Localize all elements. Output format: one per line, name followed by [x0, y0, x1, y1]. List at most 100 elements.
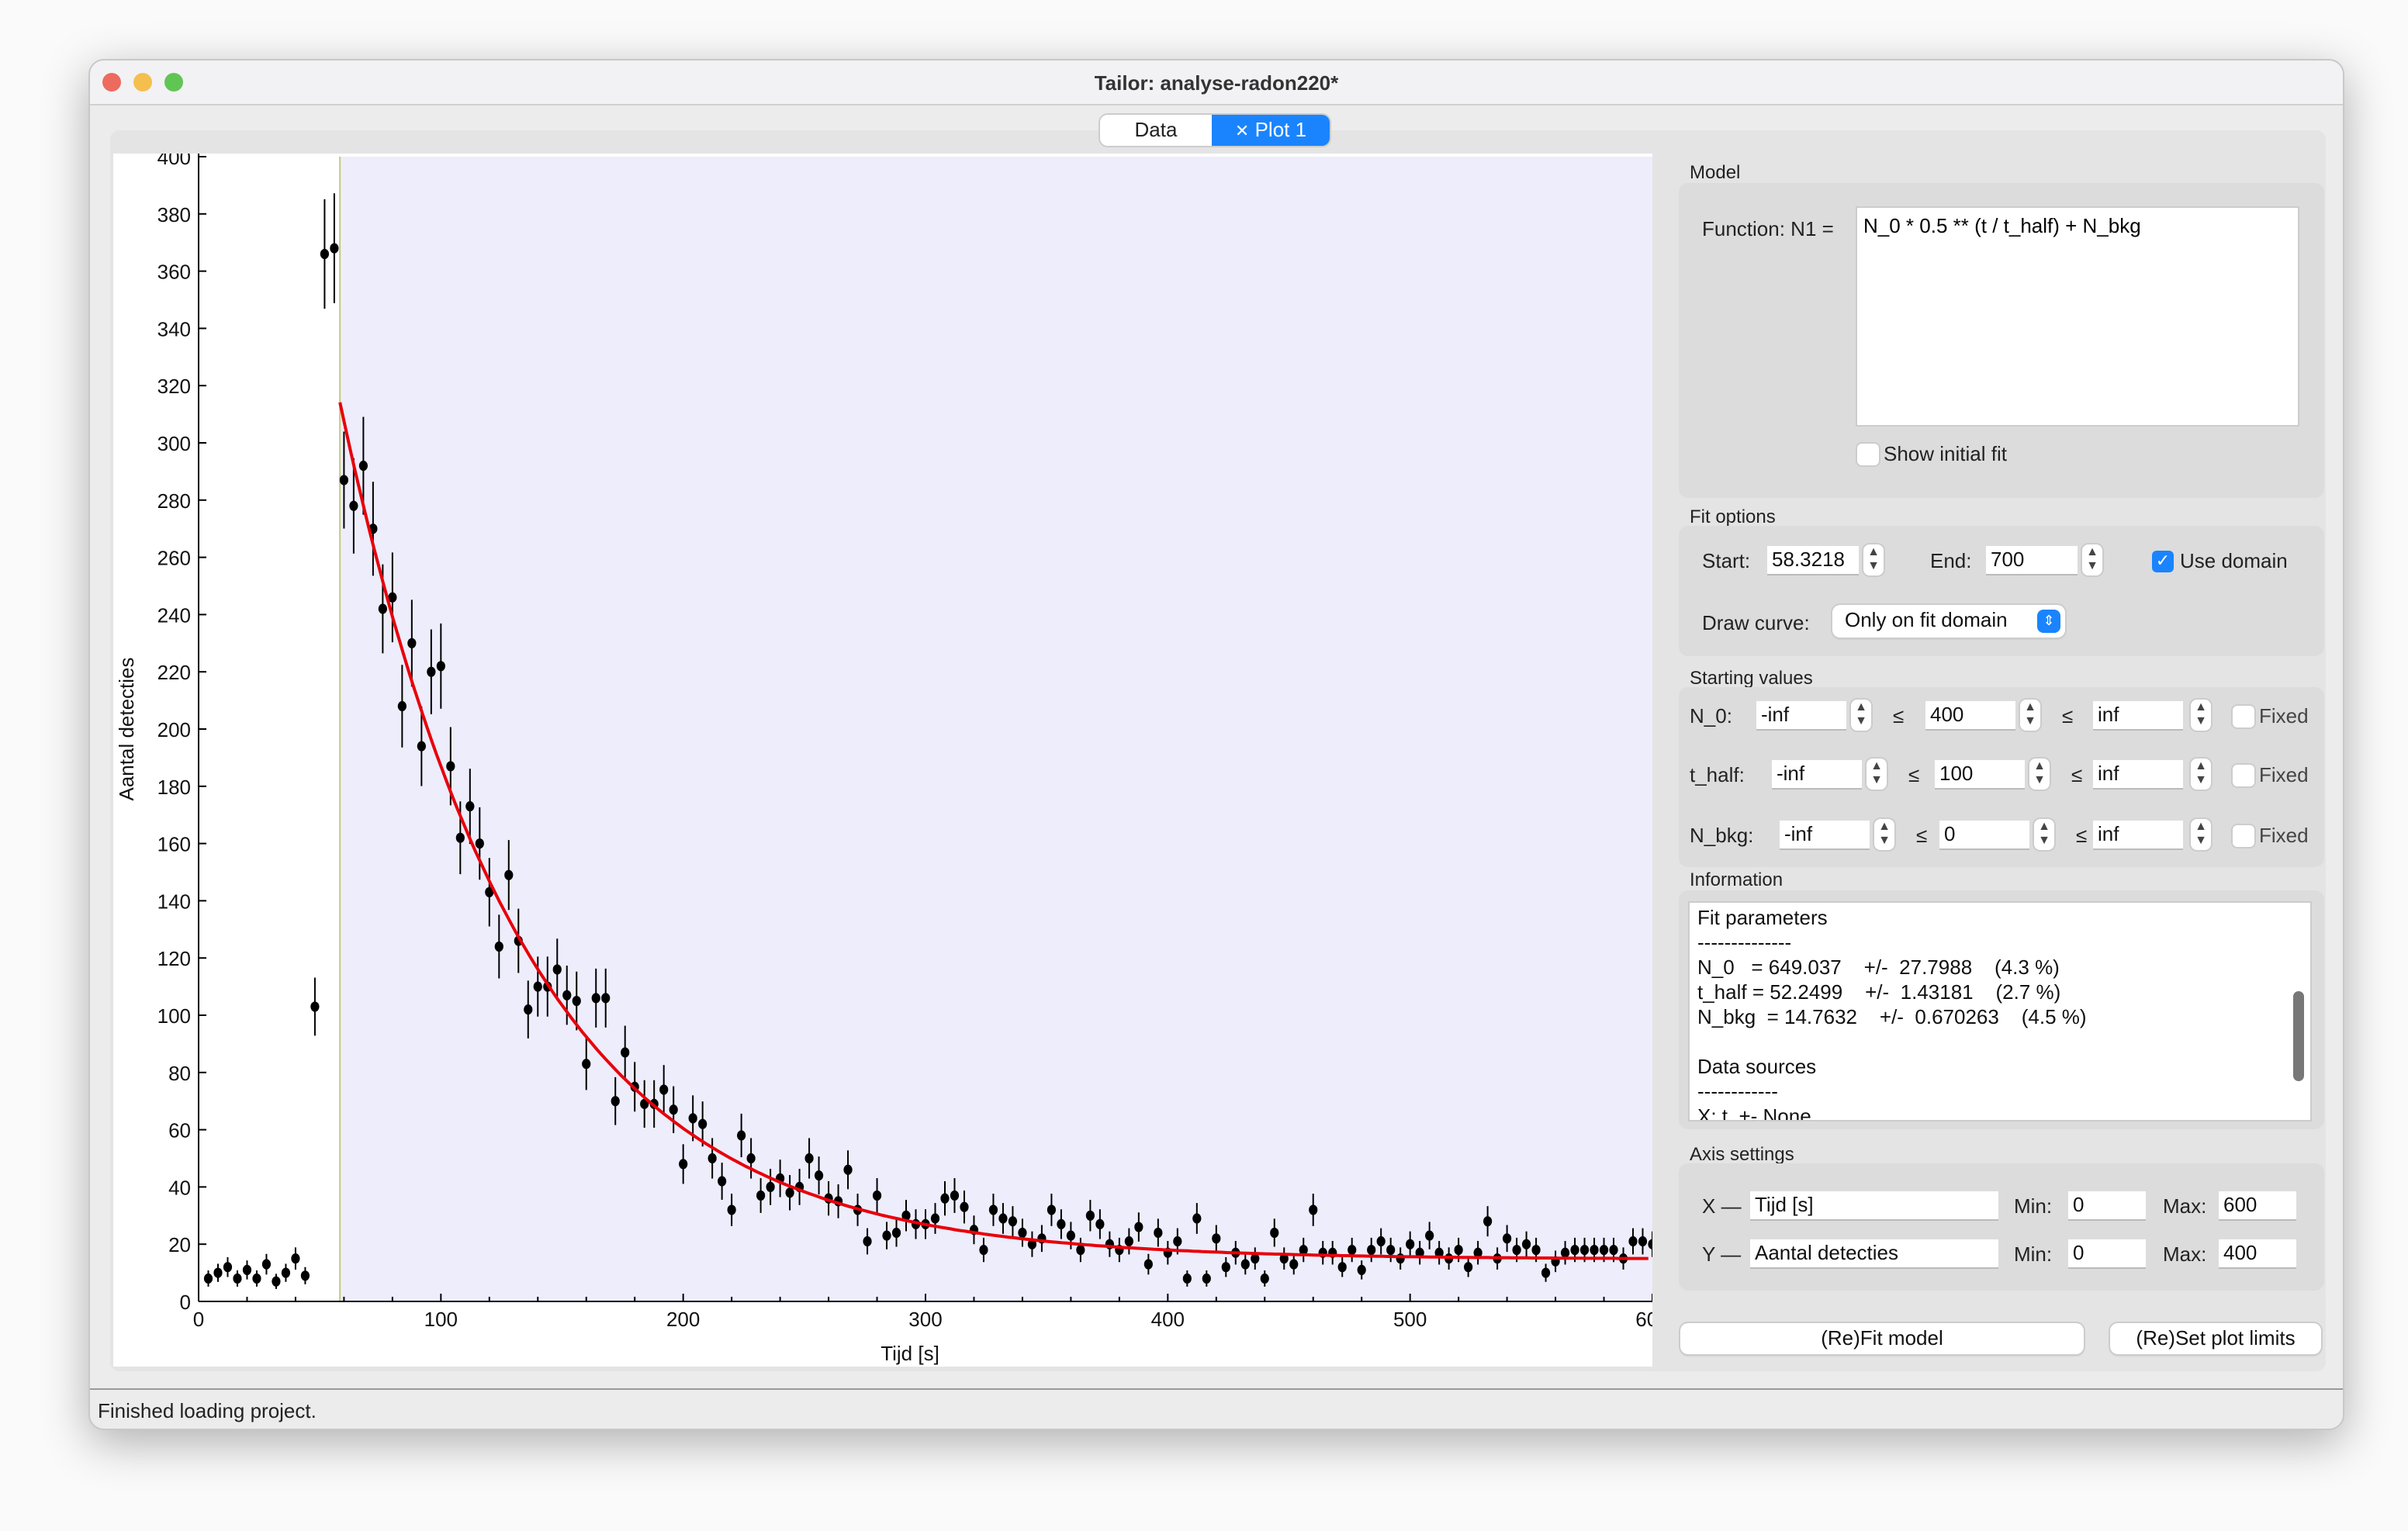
- function-label: Function: N1 =: [1702, 217, 1834, 240]
- y-tick-label: 240: [157, 603, 191, 627]
- reset-plot-limits-button[interactable]: (Re)Set plot limits: [2110, 1323, 2321, 1354]
- x-tick-label: 400: [1151, 1308, 1185, 1331]
- fit-domain-shade: [340, 157, 1652, 1301]
- param-value-stepper[interactable]: ▲ ▼: [2029, 759, 2050, 790]
- data-point: [436, 661, 445, 672]
- y-tick-label: 340: [157, 317, 191, 340]
- param-value-input[interactable]: 400: [1925, 701, 2015, 731]
- param-value-input[interactable]: 0: [1939, 821, 2029, 850]
- data-point: [863, 1236, 872, 1247]
- data-point: [679, 1159, 688, 1170]
- data-point: [1057, 1218, 1066, 1229]
- data-point: [1124, 1236, 1133, 1247]
- param-min-input[interactable]: -inf: [1756, 701, 1846, 731]
- information-text[interactable]: Fit parameters -------------- N_0 = 649.…: [1688, 901, 2312, 1121]
- data-point: [494, 941, 503, 952]
- show-initial-fit-checkbox[interactable]: [1857, 444, 1879, 465]
- plot-panel[interactable]: 0 20 40 60 80 100 120 140 160 180 200 220 240 260 280 3…: [113, 146, 1669, 1367]
- data-point: [746, 1153, 756, 1164]
- tab-plot-1[interactable]: ✕ Plot 1: [1212, 115, 1330, 146]
- x-tick-label: 200: [666, 1308, 700, 1331]
- data-point: [1628, 1236, 1638, 1247]
- data-point: [1521, 1239, 1531, 1249]
- param-value-input[interactable]: 100: [1935, 760, 2025, 790]
- data-point: [1638, 1236, 1648, 1247]
- param-max-input[interactable]: inf: [2093, 701, 2183, 731]
- param-max-input[interactable]: inf: [2093, 821, 2183, 850]
- param-fixed-checkbox[interactable]: [2233, 706, 2254, 727]
- y-tick-label: 380: [157, 203, 191, 226]
- x-min-label: Min:: [2014, 1194, 2053, 1218]
- param-max-input[interactable]: inf: [2093, 760, 2183, 790]
- param-min-stepper[interactable]: ▲ ▼: [1851, 700, 1871, 731]
- end-input[interactable]: 700: [1986, 546, 2078, 575]
- tab-data[interactable]: Data: [1100, 115, 1212, 146]
- chart[interactable]: 0 20 40 60 80 100 120 140 160 180 200 220 240 260 280 3…: [113, 146, 1669, 1367]
- y-tick-label: 160: [157, 833, 191, 856]
- le-symbol: ≤: [1916, 824, 1928, 847]
- data-point: [611, 1096, 620, 1107]
- data-point: [300, 1270, 310, 1281]
- y-tick-label: 40: [168, 1176, 191, 1199]
- y-tick-label: 180: [157, 776, 191, 799]
- y-max-input[interactable]: 400: [2219, 1239, 2296, 1269]
- x-axis-title: Tijd [s]: [881, 1342, 939, 1365]
- y-tick-label: 100: [157, 1004, 191, 1028]
- scrollbar-thumb[interactable]: [2293, 991, 2304, 1081]
- param-name: N_0:: [1690, 704, 1732, 727]
- x-min-input[interactable]: 0: [2068, 1191, 2146, 1221]
- data-point: [349, 500, 358, 511]
- use-domain-checkbox[interactable]: ✓: [2152, 551, 2174, 572]
- param-max-stepper[interactable]: ▲ ▼: [2191, 700, 2211, 731]
- data-point: [1348, 1244, 1357, 1256]
- data-point: [281, 1267, 291, 1278]
- draw-curve-select[interactable]: Only on fit domain ⇕: [1832, 605, 2065, 638]
- data-point: [272, 1276, 281, 1287]
- param-min-input[interactable]: -inf: [1780, 821, 1870, 850]
- model-section-title: Model: [1690, 161, 1741, 183]
- data-point: [669, 1104, 678, 1115]
- data-point: [1240, 1259, 1250, 1270]
- end-stepper[interactable]: ▲ ▼: [2082, 544, 2102, 575]
- param-max-stepper[interactable]: ▲ ▼: [2191, 819, 2211, 850]
- tab-bar: Data ✕ Plot 1: [1100, 115, 1330, 146]
- data-point: [1066, 1230, 1075, 1241]
- param-min-stepper[interactable]: ▲ ▼: [1867, 759, 1887, 790]
- fit-options-section-title: Fit options: [1690, 506, 1776, 527]
- param-fixed-checkbox[interactable]: [2233, 825, 2254, 847]
- title-bar: Tailor: analyse-radon220*: [90, 60, 2343, 105]
- data-point: [203, 1273, 213, 1284]
- data-point: [427, 666, 436, 677]
- param-name: N_bkg:: [1690, 824, 1754, 847]
- param-max-stepper[interactable]: ▲ ▼: [2191, 759, 2211, 790]
- y-title-input[interactable]: Aantal detecties: [1750, 1239, 1998, 1269]
- y-tick-label: 320: [157, 375, 191, 398]
- data-point: [718, 1176, 727, 1187]
- information-section-title: Information: [1690, 869, 1784, 890]
- x-title-input[interactable]: Tijd [s]: [1750, 1191, 1998, 1221]
- param-fixed-checkbox[interactable]: [2233, 765, 2254, 786]
- data-point: [659, 1084, 669, 1095]
- data-point: [1386, 1244, 1396, 1256]
- param-min-input[interactable]: -inf: [1772, 760, 1862, 790]
- data-point: [417, 741, 426, 752]
- data-point: [330, 243, 339, 254]
- param-value-stepper[interactable]: ▲ ▼: [2020, 700, 2040, 731]
- refit-model-button[interactable]: (Re)Fit model: [1680, 1323, 2084, 1354]
- param-value-stepper[interactable]: ▲ ▼: [2034, 819, 2054, 850]
- data-point: [979, 1244, 988, 1256]
- x-max-input[interactable]: 600: [2219, 1191, 2296, 1221]
- data-point: [291, 1253, 300, 1264]
- close-icon[interactable]: ✕: [1235, 123, 1249, 141]
- function-input[interactable]: N_0 * 0.5 ** (t / t_half) + N_bkg: [1856, 206, 2299, 427]
- start-input[interactable]: 58.3218: [1767, 546, 1859, 575]
- param-fixed-label: Fixed: [2259, 704, 2309, 727]
- param-min-stepper[interactable]: ▲ ▼: [1874, 819, 1894, 850]
- data-point: [1221, 1262, 1230, 1273]
- data-point: [1095, 1218, 1105, 1229]
- data-point: [1143, 1259, 1153, 1270]
- start-stepper[interactable]: ▲ ▼: [1863, 544, 1884, 575]
- x-tick-label: 0: [193, 1308, 204, 1331]
- y-min-input[interactable]: 0: [2068, 1239, 2146, 1269]
- data-point: [1579, 1244, 1590, 1256]
